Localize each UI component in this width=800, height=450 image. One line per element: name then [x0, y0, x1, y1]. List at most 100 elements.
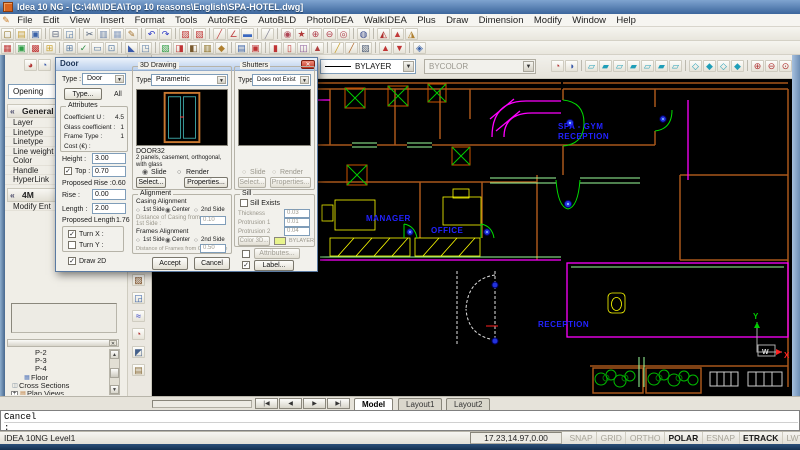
toolbar-icon[interactable]: ▨ [132, 274, 145, 286]
menu-plus[interactable]: Plus [412, 14, 441, 27]
menu-dimension[interactable]: Dimension [473, 14, 528, 27]
command-line[interactable]: Cancel : [0, 410, 800, 431]
toolbar-icon[interactable]: ◕ [24, 59, 37, 71]
top-checkbox[interactable]: ✓ [64, 167, 72, 175]
toolbar-icon[interactable]: ⊖ [323, 28, 336, 40]
toolbar-icon[interactable]: ▩ [29, 42, 42, 54]
toolbar-icon[interactable]: ▲ [311, 42, 324, 54]
select-button[interactable]: Select... [136, 177, 166, 188]
toolbar-icon[interactable]: ◔ [551, 60, 564, 72]
turn-y-checkbox[interactable] [68, 241, 76, 249]
toolbar-icon[interactable]: ★ [295, 28, 308, 40]
toolbar-icon[interactable]: ◮ [405, 28, 418, 40]
casing-1st-radio[interactable]: ○ [136, 207, 140, 214]
toolbar-icon[interactable]: ▣ [15, 42, 28, 54]
layer-color-combo[interactable]: BYLAYER▼ [320, 59, 416, 74]
toolbar-icon[interactable]: ▰ [627, 60, 640, 72]
accept-button[interactable]: Accept [152, 257, 188, 270]
toolbar-icon[interactable]: ▰ [599, 60, 612, 72]
coordinates-readout[interactable]: 17.23,14.97,0.00 [470, 432, 562, 444]
expand-icon[interactable]: + [11, 391, 18, 395]
menu-photoidea[interactable]: PhotoIDEA [301, 14, 358, 27]
status-toggle-lwt[interactable]: LWT [783, 432, 800, 444]
menu-edit[interactable]: Edit [38, 14, 65, 27]
toolbar-icon[interactable]: ◩ [132, 346, 145, 358]
toolbar-icon[interactable]: ▱ [613, 60, 626, 72]
toolbar-icon[interactable]: ⊕ [309, 28, 322, 40]
toolbar-icon[interactable]: ↷ [159, 28, 172, 40]
scrollbar-thumb[interactable] [110, 368, 119, 378]
menu-autobld[interactable]: AutoBLD [253, 14, 301, 27]
status-toggle-etrack[interactable]: ETRACK [740, 432, 783, 444]
toolbar-icon[interactable]: ↶ [145, 28, 158, 40]
toolbar-icon[interactable]: ▰ [655, 60, 668, 72]
door-type-combo[interactable]: Door▼ [82, 73, 126, 85]
toolbar-icon[interactable]: ◆ [731, 60, 744, 72]
chevron-down-icon[interactable]: ▼ [300, 76, 309, 84]
toolbar-icon[interactable]: ◑ [565, 60, 578, 72]
casing-2nd-radio[interactable]: ○ [194, 207, 198, 214]
toolbar-icon[interactable]: ◣ [125, 42, 138, 54]
toolbar-icon[interactable]: ▤ [132, 364, 145, 376]
render-radio[interactable]: ○ [177, 169, 181, 176]
toolbar-icon[interactable]: ╱ [213, 28, 226, 40]
toolbar-icon[interactable]: ▬ [241, 28, 254, 40]
toolbar-icon[interactable]: ⊕ [751, 60, 764, 72]
toolbar-icon[interactable]: ▢ [1, 28, 14, 40]
toolbar-icon[interactable]: ≈ [132, 310, 145, 322]
close-icon[interactable]: ✕ [109, 340, 117, 346]
tab-nav-next[interactable]: ▶ [303, 398, 326, 409]
frames-2nd-radio[interactable]: ○ [194, 237, 198, 244]
toolbar-icon[interactable]: ◍ [357, 28, 370, 40]
toolbar-icon[interactable]: ▣ [249, 42, 262, 54]
status-toggle-snap[interactable]: SNAP [566, 432, 597, 444]
label-button[interactable]: Label... [254, 260, 294, 271]
toolbar-icon[interactable]: ▯ [283, 42, 296, 54]
toolbar-icon[interactable]: ▥ [97, 28, 110, 40]
scroll-up-icon[interactable]: ▲ [110, 350, 119, 359]
frames-1st-radio[interactable]: ○ [136, 237, 140, 244]
scroll-down-icon[interactable]: ▼ [110, 385, 119, 394]
toolbar-icon[interactable]: ╱ [261, 28, 274, 40]
toolbar-icon[interactable]: ▣ [29, 28, 42, 40]
toolbar-icon[interactable]: ▦ [111, 28, 124, 40]
toolbar-icon[interactable]: ◫ [297, 42, 310, 54]
toolbar-icon[interactable]: ◈ [413, 42, 426, 54]
toolbar-icon[interactable]: ◇ [717, 60, 730, 72]
toolbar-icon[interactable]: ⊞ [63, 42, 76, 54]
status-toggle-polar[interactable]: POLAR [665, 432, 703, 444]
toolbar-icon[interactable]: ◉ [281, 28, 294, 40]
length-field[interactable]: 2.00 [92, 203, 126, 214]
toolbar-icon[interactable]: ▲ [379, 42, 392, 54]
tab-scroll-groove[interactable] [152, 400, 252, 408]
toolbar-icon[interactable]: ◎ [337, 28, 350, 40]
tree-item-p-3[interactable]: P-3 [7, 357, 108, 365]
menu-insert[interactable]: Insert [95, 14, 129, 27]
toolbar-icon[interactable]: ◨ [173, 42, 186, 54]
toolbar-icon[interactable]: ▱ [641, 60, 654, 72]
3d-type-combo[interactable]: Parametric▼ [151, 74, 228, 86]
toolbar-icon[interactable]: ⊖ [765, 60, 778, 72]
chevron-down-icon[interactable]: ▼ [403, 61, 414, 72]
toolbar-icon[interactable]: ◔ [38, 59, 51, 71]
menu-walkidea[interactable]: WalkIDEA [359, 14, 412, 27]
menu-tools[interactable]: Tools [170, 14, 203, 27]
casing-center-radio[interactable]: ◉ [165, 207, 171, 214]
toolbar-icon[interactable]: ◇ [689, 60, 702, 72]
tab-nav-last[interactable]: ▶| [327, 398, 350, 409]
top-field[interactable]: 0.70 [92, 166, 126, 177]
tree-scrollbar[interactable]: ▲ ▼ [109, 349, 120, 395]
toolbar-icon[interactable]: ╱ [331, 42, 344, 54]
toolbar-icon[interactable]: ⊙ [779, 60, 792, 72]
toolbar-icon[interactable]: ▱ [585, 60, 598, 72]
toolbar-icon[interactable]: ▲ [391, 28, 404, 40]
toolbar-icon[interactable]: ◆ [703, 60, 716, 72]
toolbar-icon[interactable]: ▧ [359, 42, 372, 54]
menu-view[interactable]: View [64, 14, 95, 27]
toolbar-icon[interactable]: ✓ [77, 42, 90, 54]
tab-nav-first[interactable]: |◀ [255, 398, 278, 409]
tree-item-plan-views[interactable]: +▤Plan Views [7, 390, 108, 395]
menu-help[interactable]: Help [611, 14, 641, 27]
toolbar-icon[interactable]: ◲ [132, 292, 145, 304]
toolbar-icon[interactable]: ▦ [1, 42, 14, 54]
